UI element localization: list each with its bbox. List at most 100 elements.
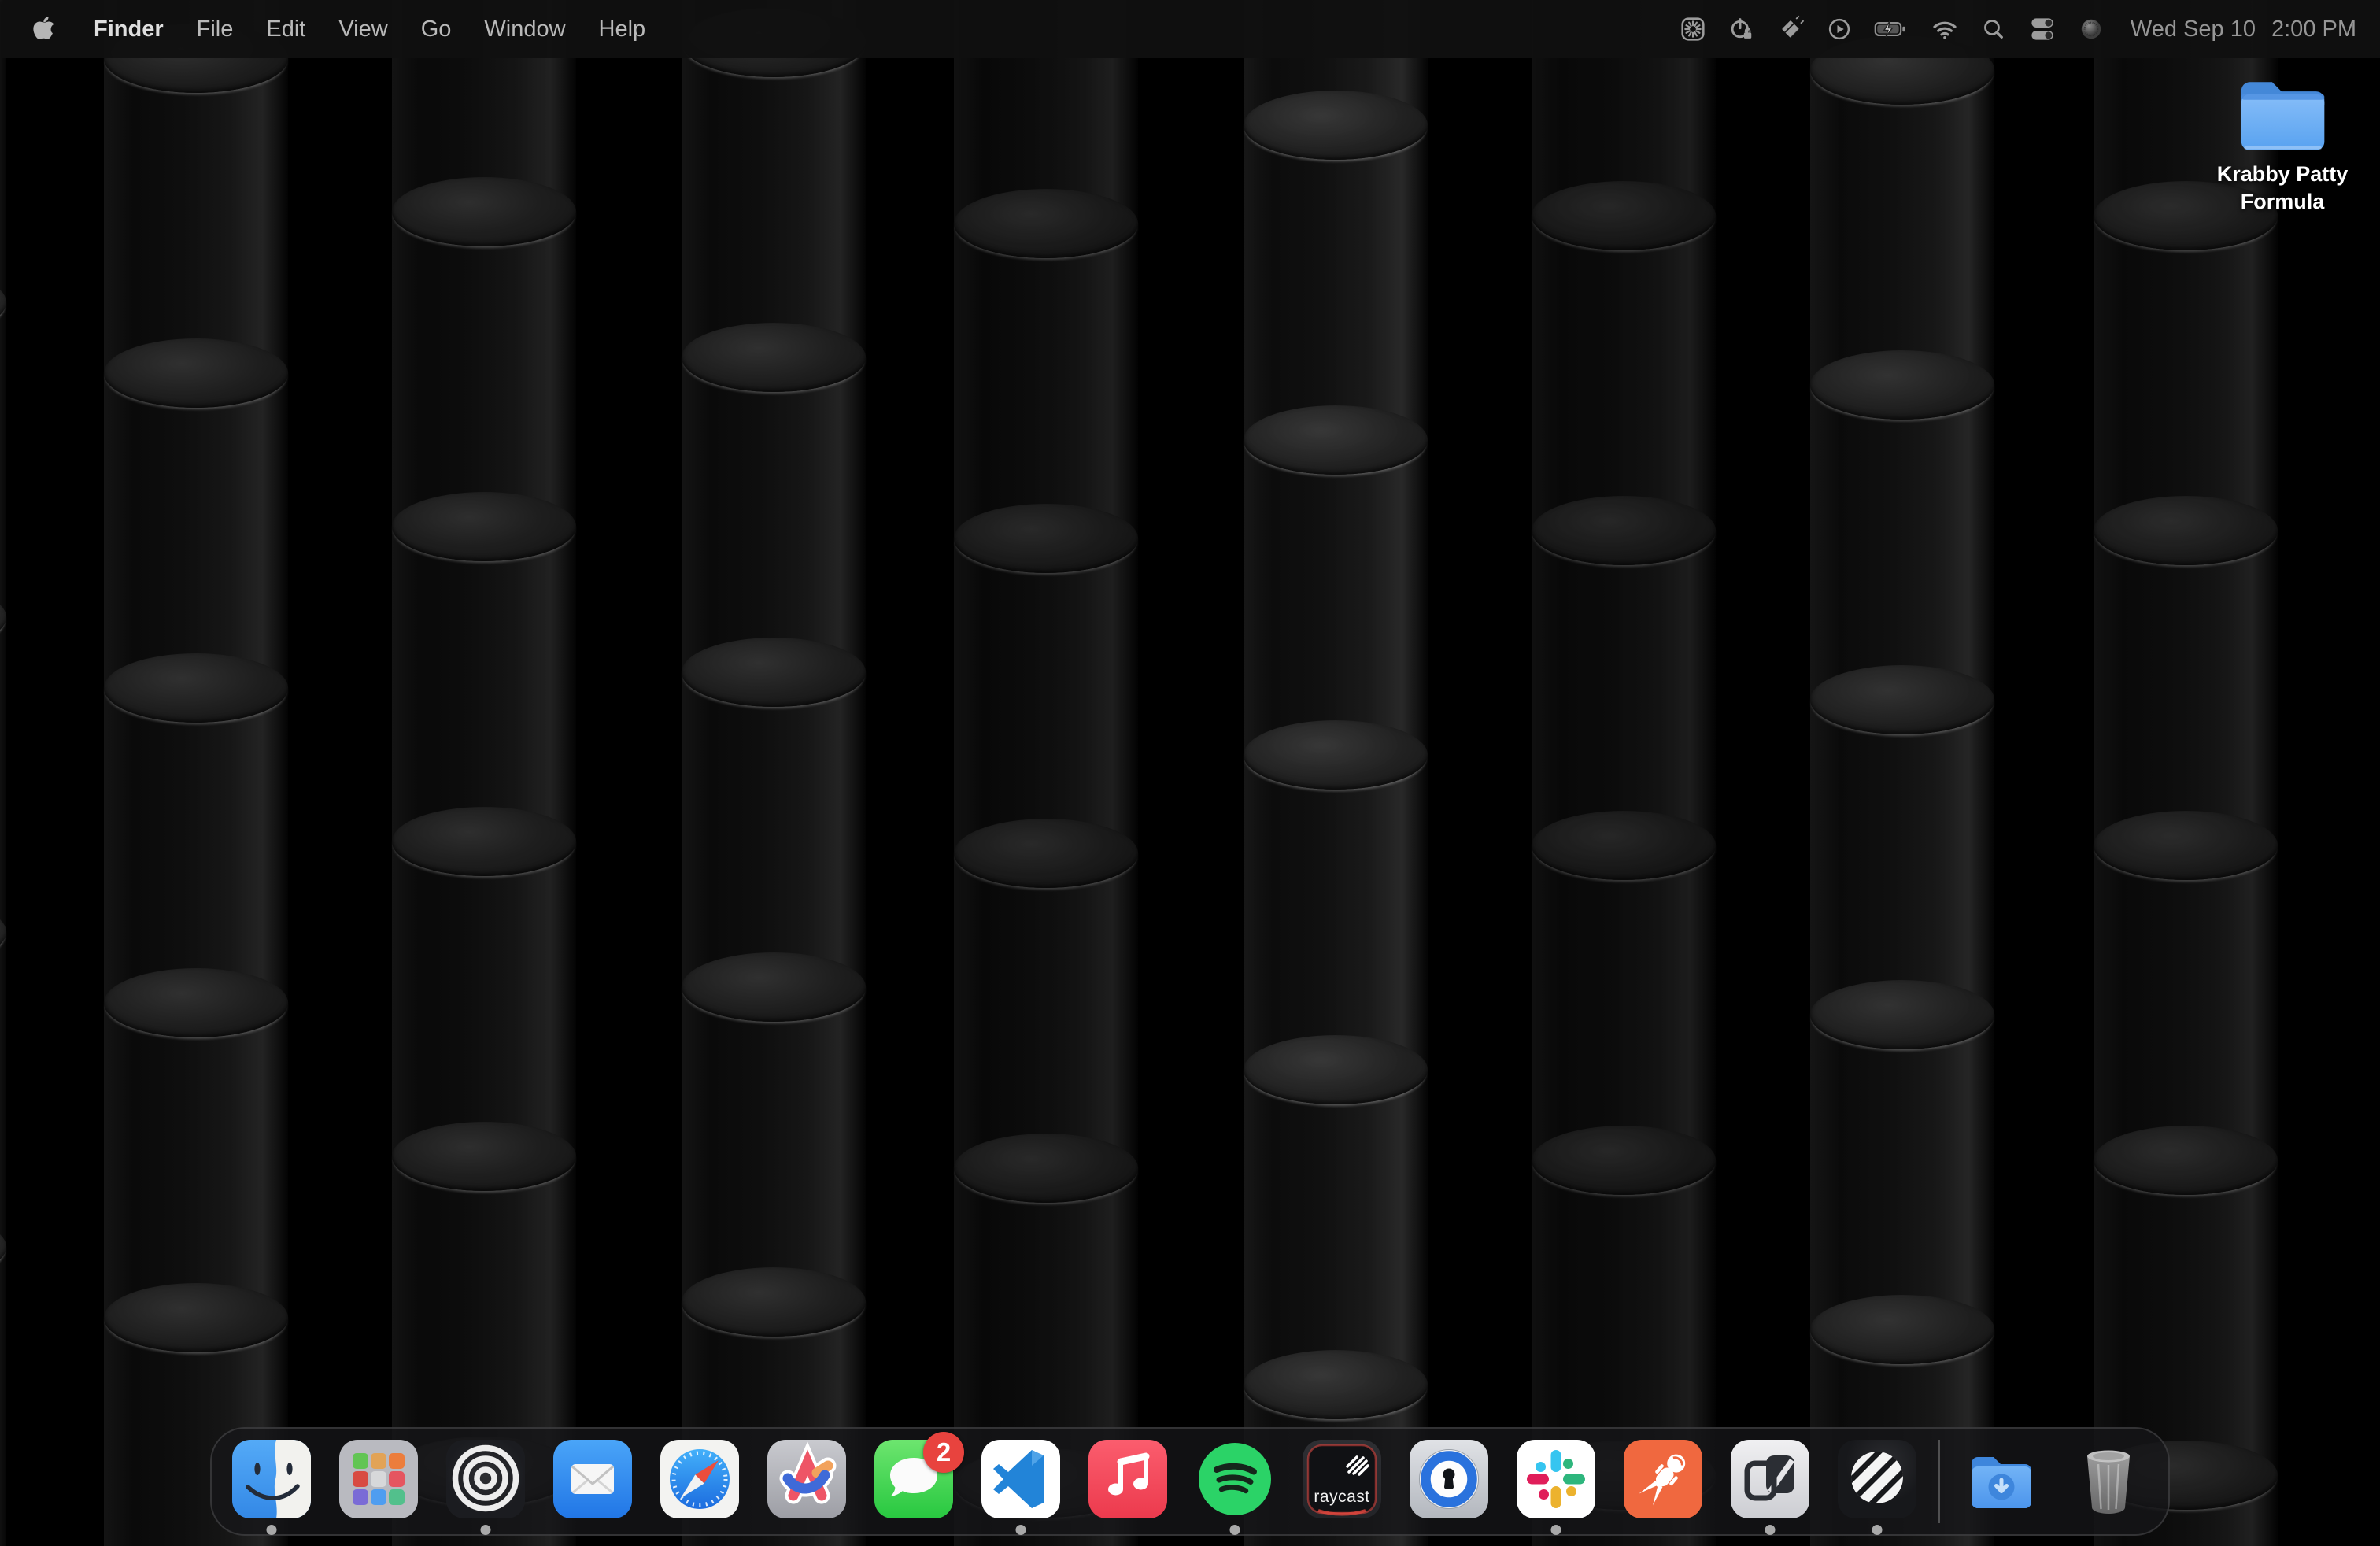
wallpaper-cylinder-column [1810, 0, 1994, 1546]
wallpaper-cylinder-cap [954, 504, 1138, 573]
menu-file[interactable]: File [180, 0, 250, 58]
clock-date: Wed Sep 10 [2131, 17, 2256, 43]
dock-item-overlapping-windows-app[interactable] [1731, 1440, 1809, 1518]
dock-item-arc-browser[interactable] [767, 1440, 846, 1518]
running-indicator [481, 1525, 491, 1535]
wallpaper-cylinder-cap [392, 177, 576, 246]
mail-app-icon [553, 1440, 632, 1518]
wallpaper-cylinder-cap [2094, 1126, 2278, 1195]
menu-edit[interactable]: Edit [249, 0, 322, 58]
wallpaper-cylinder-cap [1532, 181, 1716, 250]
wallpaper-cylinder-cap [954, 1134, 1138, 1203]
wifi-icon[interactable] [1924, 9, 1965, 50]
apple-logo-icon [31, 13, 57, 45]
dock-item-vscode[interactable] [981, 1440, 1060, 1518]
wallpaper-cylinder-cap [392, 807, 576, 876]
wallpaper-cylinder-cap [954, 189, 1138, 258]
running-indicator [1872, 1525, 1883, 1535]
running-indicator [1765, 1525, 1776, 1535]
wallpaper-cylinder-cap [2094, 811, 2278, 880]
menu-app-name[interactable]: Finder [77, 0, 180, 58]
wallpaper-cylinder-cap [1532, 811, 1716, 880]
postman-app-icon [1624, 1440, 1702, 1518]
wallpaper-cylinder-cap [392, 1122, 576, 1191]
running-indicator [1016, 1525, 1026, 1535]
wallpaper-cylinder-cap [1244, 720, 1428, 790]
wallpaper-cylinder-cap [1244, 405, 1428, 475]
running-indicator [267, 1525, 277, 1535]
dock-item-safari[interactable] [660, 1440, 739, 1518]
play-circle-menubar-icon[interactable] [1819, 9, 1860, 50]
running-indicator [1230, 1525, 1240, 1535]
menu-go[interactable]: Go [405, 0, 468, 58]
power-lock-menubar-icon[interactable] [1721, 9, 1762, 50]
messages-badge: 2 [923, 1432, 964, 1473]
wallpaper-cylinder-cap [0, 1212, 6, 1282]
dock-separator [1938, 1440, 1940, 1523]
dock-item-slack[interactable] [1517, 1440, 1595, 1518]
running-indicator [1551, 1525, 1561, 1535]
dock-item-trash[interactable] [2069, 1440, 2148, 1518]
overlapping-windows-app-icon [1731, 1440, 1809, 1518]
arc-browser-app-icon [767, 1440, 846, 1518]
dock-item-raycast[interactable]: raycast [1303, 1440, 1381, 1518]
wallpaper-cylinder-cap [2094, 496, 2278, 565]
dock-item-downloads-folder[interactable] [1962, 1440, 2041, 1518]
wallpaper-cylinder-cap [104, 653, 288, 723]
menu-view[interactable]: View [322, 0, 404, 58]
wallpaper-cylinder-cap [1532, 496, 1716, 565]
wallpaper-cylinder-column [2094, 0, 2278, 1546]
wallpaper-cylinder-cap [954, 819, 1138, 888]
dock-item-mail[interactable] [553, 1440, 632, 1518]
control-center-icon[interactable] [2022, 9, 2063, 50]
wallpaper-cylinder-cap [0, 268, 6, 337]
onepassword-app-icon [1410, 1440, 1488, 1518]
wallpaper-cylinder-cap [1810, 1295, 1994, 1364]
menu-window[interactable]: Window [468, 0, 582, 58]
wallpaper-cylinder-cap [1810, 350, 1994, 420]
wallpaper-cylinder-cap [682, 638, 866, 707]
wallpaper-cylinder-column [682, 0, 866, 1546]
wallpaper-cylinder-cap [104, 1283, 288, 1352]
wallpaper-cylinder-cap [682, 323, 866, 392]
dock-item-1password[interactable] [1410, 1440, 1488, 1518]
dock-item-finder[interactable] [232, 1440, 311, 1518]
menu-bar: Finder File Edit View Go Window Help [0, 0, 2380, 58]
menubar-clock[interactable]: Wed Sep 10 2:00 PM [2131, 17, 2356, 43]
clock-time: 2:00 PM [2271, 17, 2356, 43]
spotlight-search-icon[interactable] [1973, 9, 2014, 50]
dock-item-linear[interactable] [1838, 1440, 1916, 1518]
dock-item-spotify[interactable] [1196, 1440, 1274, 1518]
textured-globe-menubar-icon[interactable] [2071, 9, 2112, 50]
dock-item-music[interactable] [1088, 1440, 1167, 1518]
vscode-app-icon [981, 1440, 1060, 1518]
dock: 2 [210, 1427, 2170, 1536]
wallpaper-cylinder-cap [1244, 1035, 1428, 1104]
dock-item-launchpad[interactable] [339, 1440, 418, 1518]
burst-menubar-icon[interactable] [1672, 9, 1713, 50]
wallpaper-cylinder-cap [392, 492, 576, 561]
hatched-badge-menubar-icon[interactable] [1770, 9, 1811, 50]
desktop-folder-krabby-patty-formula[interactable]: Krabby Patty Formula [2197, 68, 2367, 216]
apple-menu[interactable] [28, 13, 60, 45]
wallpaper-cylinder-cap [0, 1527, 6, 1546]
wallpaper-cylinder-cap [0, 583, 6, 652]
wallpaper-cylinder-cap [682, 1267, 866, 1337]
dock-item-postman[interactable] [1624, 1440, 1702, 1518]
wallpaper-cylinder-column [104, 0, 288, 1546]
battery-charging-icon[interactable] [1868, 9, 1916, 50]
music-app-icon [1088, 1440, 1167, 1518]
menu-help[interactable]: Help [582, 0, 663, 58]
wallpaper-cylinder-cap [1244, 91, 1428, 160]
linear-app-icon [1838, 1440, 1916, 1518]
dock-item-messages[interactable]: 2 [874, 1440, 953, 1518]
wallpaper-cylinder-cap [104, 338, 288, 408]
downloads-folder-icon [1962, 1440, 2041, 1518]
wallpaper-cylinder-column [392, 0, 576, 1546]
raycast-app-icon [1303, 1440, 1381, 1518]
safari-app-icon [660, 1440, 739, 1518]
dock-item-concentric-rings-app[interactable] [446, 1440, 525, 1518]
desktop-folder-label: Krabby Patty Formula [2202, 161, 2363, 216]
desktop-wallpaper [0, 0, 2380, 1546]
folder-icon [2232, 68, 2333, 154]
